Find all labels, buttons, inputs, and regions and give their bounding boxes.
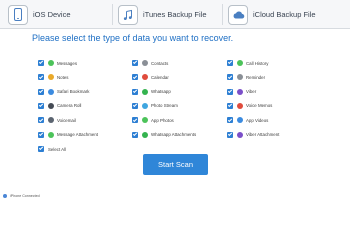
safari-icon <box>48 88 54 95</box>
checkbox[interactable] <box>227 102 233 109</box>
data-type-contacts[interactable]: Contacts <box>132 58 168 68</box>
tab-divider <box>112 4 113 25</box>
data-type-viber-attachment[interactable]: Viber Attachment <box>227 130 279 140</box>
tab-icloud-backup-label: iCloud Backup File <box>253 10 316 19</box>
data-type-camera-roll[interactable]: Camera Roll <box>38 101 81 111</box>
data-type-label: Notes <box>57 74 69 80</box>
whatsapp-icon <box>142 131 148 138</box>
checkbox[interactable] <box>227 74 233 81</box>
notes-icon <box>48 74 54 81</box>
photo-stream-icon <box>142 102 148 109</box>
data-type-messages[interactable]: Messages <box>38 58 77 68</box>
data-type-app-videos[interactable]: App Videos <box>227 115 268 125</box>
message-icon <box>48 60 54 66</box>
data-type-label: Voicemail <box>57 117 76 123</box>
data-type-voicemail[interactable]: Voicemail <box>38 115 76 125</box>
checkbox[interactable] <box>132 88 138 95</box>
data-type-label: Message Attachment <box>57 132 99 137</box>
data-type-label: Safari Bookmark <box>57 89 90 95</box>
tab-icloud-backup[interactable]: iCloud Backup File <box>228 0 316 29</box>
data-type-label: Voice Memos <box>246 103 273 109</box>
data-type-call-history[interactable]: Call History <box>227 58 268 68</box>
voicemail-icon <box>48 117 54 124</box>
tab-itunes-backup[interactable]: iTunes Backup File <box>118 0 207 29</box>
contacts-icon <box>142 60 148 66</box>
checkbox[interactable] <box>132 74 138 81</box>
whatsapp-icon <box>142 88 148 95</box>
data-type-label: Viber <box>246 89 257 95</box>
data-type-label: Whatsapp <box>151 89 171 95</box>
data-type-label: App Videos <box>246 117 269 123</box>
data-type-label: Contacts <box>151 60 169 66</box>
data-type-label: Calendar <box>151 74 169 80</box>
data-type-safari-bookmark[interactable]: Safari Bookmark <box>38 87 89 97</box>
phone-icon <box>8 4 28 25</box>
data-type-label: Messages <box>57 60 78 66</box>
voice-memo-icon <box>237 102 243 109</box>
checkbox[interactable] <box>38 60 44 66</box>
data-type-notes[interactable]: Notes <box>38 72 68 82</box>
data-type-label: Viber Attachment <box>246 132 280 137</box>
attachment-icon <box>48 131 54 138</box>
checkbox[interactable] <box>132 102 138 109</box>
data-type-photo-stream[interactable]: Photo Stream <box>132 101 178 111</box>
data-type-label: Call History <box>246 60 269 66</box>
data-type-viber[interactable]: Viber <box>227 87 256 97</box>
data-type-label: Camera Roll <box>57 103 82 109</box>
viber-icon <box>237 88 243 95</box>
tab-itunes-backup-label: iTunes Backup File <box>143 10 207 19</box>
checkbox[interactable] <box>227 117 233 124</box>
checkbox[interactable] <box>132 131 138 138</box>
music-note-icon <box>118 4 138 25</box>
data-type-voice-memos[interactable]: Voice Memos <box>227 101 272 111</box>
data-type-reminder[interactable]: Reminder <box>227 72 265 82</box>
select-all-checkbox[interactable]: Select All <box>38 145 66 153</box>
page-title: Please select the type of data you want … <box>32 33 234 43</box>
checkbox[interactable] <box>132 117 138 124</box>
data-type-whatsapp-attachments[interactable]: Whatsapp Attachments <box>132 130 196 140</box>
viber-icon <box>237 131 243 138</box>
checkbox[interactable] <box>38 131 44 138</box>
checkbox[interactable] <box>227 88 233 95</box>
select-all-label: Select All <box>48 146 67 152</box>
cloud-icon <box>228 4 248 25</box>
app-videos-icon <box>237 117 243 124</box>
status-text: iPhone Connected <box>10 194 40 198</box>
phone-call-icon <box>237 60 243 66</box>
checkbox[interactable] <box>38 88 44 95</box>
data-type-whatsapp[interactable]: Whatsapp <box>132 87 171 97</box>
data-type-app-photos[interactable]: App Photos <box>132 115 174 125</box>
data-type-grid: Messages Notes Safari Bookmark Camera Ro… <box>38 58 338 140</box>
data-type-label: Reminder <box>246 74 266 80</box>
camera-icon <box>48 102 54 109</box>
start-scan-button[interactable]: Start Scan <box>143 154 208 175</box>
checkbox[interactable] <box>38 74 44 81</box>
data-type-label: Whatsapp Attachments <box>151 132 197 137</box>
tab-ios-device[interactable]: iOS Device <box>8 0 71 29</box>
app-photos-icon <box>142 117 148 124</box>
tab-ios-device-label: iOS Device <box>33 10 71 19</box>
calendar-icon <box>142 74 148 81</box>
reminder-icon <box>237 74 243 81</box>
data-type-label: App Photos <box>151 117 174 123</box>
checkbox[interactable] <box>38 117 44 124</box>
source-tab-bar: iOS Device iTunes Backup File iCloud Bac… <box>0 0 350 29</box>
checkbox[interactable] <box>227 131 233 138</box>
data-type-label: Photo Stream <box>151 103 178 109</box>
checkbox[interactable] <box>38 146 44 152</box>
data-type-calendar[interactable]: Calendar <box>132 72 169 82</box>
checkbox[interactable] <box>132 60 138 66</box>
connection-status: iPhone Connected <box>3 193 40 199</box>
data-type-message-attachment[interactable]: Message Attachment <box>38 130 98 140</box>
checkbox[interactable] <box>38 102 44 109</box>
tab-divider <box>222 4 223 25</box>
checkbox[interactable] <box>227 60 233 66</box>
device-status-icon <box>3 194 7 198</box>
